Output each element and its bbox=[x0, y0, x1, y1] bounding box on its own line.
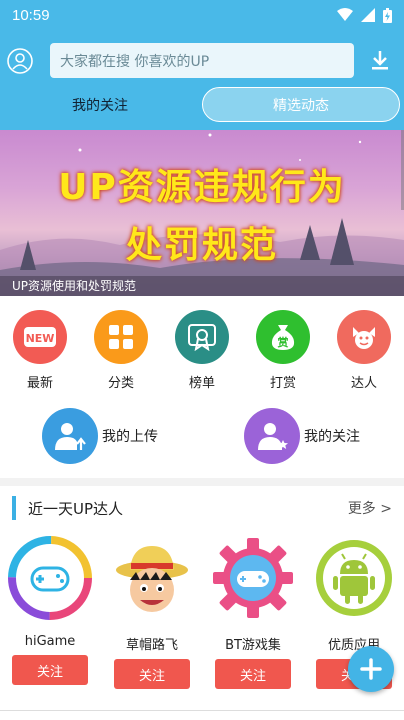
tab-bar: 我的关注 精选动态 bbox=[0, 87, 404, 123]
uploader-name: hiGame bbox=[24, 634, 76, 649]
avatar-icon[interactable] bbox=[7, 48, 33, 74]
quick-nav-expert[interactable]: 达人 bbox=[332, 310, 396, 391]
straw-hat-avatar-icon bbox=[116, 546, 188, 612]
money-bag-icon: 赏 bbox=[256, 310, 310, 364]
add-fab-button[interactable] bbox=[348, 646, 394, 692]
plus-icon bbox=[360, 658, 382, 680]
my-follows-label: 我的关注 bbox=[304, 429, 360, 445]
quick-nav-label: 达人 bbox=[350, 376, 377, 391]
grid-icon bbox=[94, 310, 148, 364]
gear-gamepad-icon bbox=[213, 538, 293, 618]
download-icon[interactable] bbox=[368, 48, 392, 72]
follow-button[interactable]: 关注 bbox=[12, 655, 88, 685]
banner-title-line2: 处罚规范 bbox=[125, 225, 278, 266]
status-bar: 10:59 bbox=[0, 0, 404, 30]
app-header: 10:59 大家都在搜 你喜欢的UP 我的关注 精选动态 bbox=[0, 0, 404, 130]
banner-caption: UP资源使用和处罚规范 bbox=[0, 276, 404, 296]
uploader-card[interactable]: BT游戏集 关注 bbox=[208, 536, 298, 689]
banner-background bbox=[0, 133, 404, 296]
follow-button[interactable]: 关注 bbox=[114, 659, 190, 689]
my-uploads-label: 我的上传 bbox=[102, 429, 158, 445]
wifi-icon bbox=[337, 8, 353, 21]
quick-nav-latest[interactable]: NEW 最新 bbox=[8, 310, 72, 391]
certificate-icon bbox=[175, 310, 229, 364]
top-uploaders-section: 近一天UP达人 更多 > hiGame 关注 草帽路飞 关注 BT游戏集 关注 … bbox=[0, 486, 404, 720]
search-placeholder: 大家都在搜 你喜欢的UP bbox=[60, 53, 210, 70]
uploader-name: BT游戏集 bbox=[225, 638, 281, 653]
expert-icon bbox=[337, 310, 391, 364]
uploader-card[interactable]: hiGame 关注 bbox=[5, 536, 95, 685]
higame-logo-icon bbox=[8, 536, 92, 620]
quick-nav-category[interactable]: 分类 bbox=[89, 310, 153, 391]
signal-icon bbox=[361, 8, 375, 22]
quick-nav-label: 榜单 bbox=[188, 376, 215, 391]
banner[interactable]: UP资源违规行为 处罚规范 UP资源使用和处罚规范 bbox=[0, 130, 404, 296]
banner-title-line1: UP资源违规行为 bbox=[58, 167, 346, 208]
my-follows-button[interactable]: 我的关注 bbox=[244, 406, 360, 466]
new-badge-icon: NEW bbox=[13, 310, 67, 364]
quick-nav-label: 最新 bbox=[26, 376, 53, 391]
search-row: 大家都在搜 你喜欢的UP bbox=[0, 42, 404, 80]
tab-featured[interactable]: 精选动态 bbox=[202, 87, 400, 122]
status-time: 10:59 bbox=[12, 6, 50, 24]
section-accent-bar bbox=[12, 496, 16, 520]
follow-user-icon bbox=[244, 408, 300, 464]
quick-nav-label: 分类 bbox=[107, 376, 134, 391]
android-icon bbox=[316, 540, 392, 616]
my-uploads-button[interactable]: 我的上传 bbox=[42, 406, 158, 466]
search-input[interactable]: 大家都在搜 你喜欢的UP bbox=[50, 43, 354, 78]
status-icons bbox=[337, 7, 392, 23]
quick-nav-label: 打赏 bbox=[269, 376, 296, 391]
uploader-card[interactable]: 草帽路飞 关注 bbox=[107, 536, 197, 689]
svg-text:赏: 赏 bbox=[278, 335, 289, 349]
quick-nav-reward[interactable]: 赏 打赏 bbox=[251, 310, 315, 391]
follow-button[interactable]: 关注 bbox=[215, 659, 291, 689]
section-header: 近一天UP达人 更多 > bbox=[0, 496, 404, 520]
section-title: 近一天UP达人 bbox=[28, 500, 124, 518]
more-link[interactable]: 更多 > bbox=[348, 498, 392, 518]
battery-icon bbox=[383, 7, 392, 23]
quick-nav: NEW 最新 分类 榜单 赏 打赏 达人 我的上传 我的关注 bbox=[0, 296, 404, 478]
uploader-name: 优质应用 bbox=[327, 638, 380, 653]
uploader-name: 草帽路飞 bbox=[125, 638, 178, 653]
bottom-nav[interactable] bbox=[0, 710, 404, 720]
quick-nav-ranking[interactable]: 榜单 bbox=[170, 310, 234, 391]
upload-user-icon bbox=[42, 408, 98, 464]
svg-text:NEW: NEW bbox=[26, 332, 55, 345]
tab-following[interactable]: 我的关注 bbox=[0, 89, 200, 121]
